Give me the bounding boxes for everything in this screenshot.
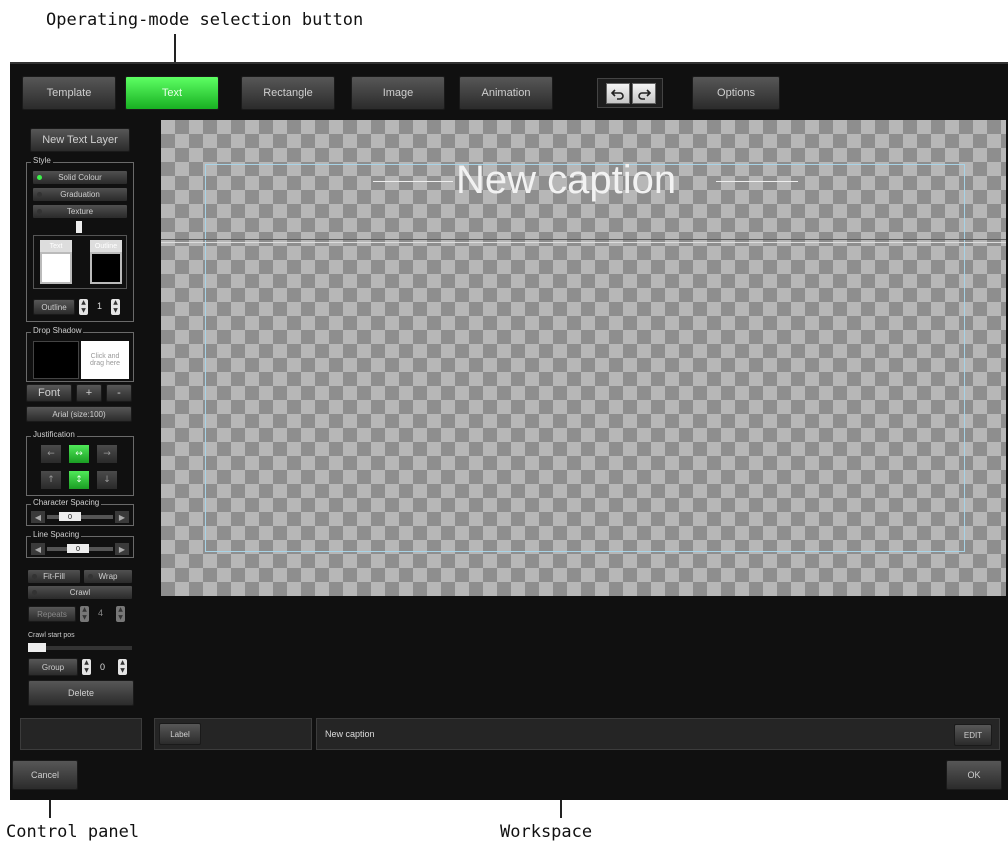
mode-image-button[interactable]: Image: [351, 76, 445, 110]
justify-center-button[interactable]: ↔: [69, 445, 89, 463]
new-text-layer-button[interactable]: New Text Layer: [30, 128, 130, 152]
drop-shadow-group: Drop Shadow Click and drag here: [26, 326, 134, 382]
caption-text-field[interactable]: New caption: [316, 718, 1000, 750]
label-field[interactable]: Label: [154, 718, 312, 750]
radio-off-icon: [32, 590, 37, 595]
justification-group: Justification ← ↔ → ↑ ↕ ↓: [26, 430, 134, 496]
char-spacing-decrease-icon[interactable]: ◀: [31, 511, 45, 523]
drop-shadow-drag-area[interactable]: Click and drag here: [81, 341, 129, 379]
crawl-toggle[interactable]: Crawl: [28, 586, 132, 599]
outline-colour-swatch[interactable]: [90, 252, 122, 284]
mode-rectangle-button[interactable]: Rectangle: [241, 76, 335, 110]
layer-name-field[interactable]: [20, 718, 142, 750]
group-stepper-left[interactable]: ▲ ▼: [82, 659, 91, 675]
line-spacing-label: Line Spacing: [31, 530, 82, 539]
style-graduation[interactable]: Graduation: [33, 188, 127, 201]
outline-tab[interactable]: Outline: [90, 240, 122, 252]
style-label: Style: [31, 156, 53, 165]
radio-off-icon: [37, 209, 42, 214]
outline-stepper-right[interactable]: ▲ ▼: [111, 299, 120, 315]
repeats-value: 4: [98, 608, 104, 618]
fit-fill-toggle[interactable]: Fit-Fill: [28, 570, 80, 583]
style-solid-colour[interactable]: Solid Colour: [33, 171, 127, 184]
drop-shadow-label: Drop Shadow: [31, 326, 84, 335]
undo-icon[interactable]: [606, 83, 630, 104]
line-spacing-decrease-icon[interactable]: ◀: [31, 543, 45, 555]
cancel-button[interactable]: Cancel: [12, 760, 78, 790]
font-size-minus-button[interactable]: -: [106, 384, 132, 402]
font-size-plus-button[interactable]: +: [76, 384, 102, 402]
align-bottom-button[interactable]: ↓: [97, 471, 117, 489]
radio-on-icon: [37, 175, 42, 180]
horizontal-guide: [161, 239, 1006, 243]
crawl-start-label: Crawl start pos: [28, 632, 75, 639]
character-spacing-group: Character Spacing ◀ 0 ▶: [26, 498, 134, 526]
font-button[interactable]: Font: [26, 384, 72, 402]
group-stepper-right[interactable]: ▲ ▼: [118, 659, 127, 675]
align-top-button[interactable]: ↑: [41, 471, 61, 489]
style-texture[interactable]: Texture: [33, 205, 127, 218]
annotation-workspace: Workspace: [500, 822, 593, 842]
edit-button[interactable]: EDIT: [954, 724, 992, 746]
radio-off-icon: [88, 574, 93, 579]
undo-redo-group: [597, 78, 663, 108]
mode-template-button[interactable]: Template: [22, 76, 116, 110]
line-spacing-increase-icon[interactable]: ▶: [115, 543, 129, 555]
caption-editor-window: Template Text Rectangle Image Animation …: [10, 62, 1008, 800]
char-spacing-increase-icon[interactable]: ▶: [115, 511, 129, 523]
char-spacing-knob[interactable]: 0: [59, 512, 81, 521]
font-name-field[interactable]: Arial (size:100): [26, 406, 132, 422]
workspace-canvas[interactable]: New caption: [161, 120, 1006, 596]
repeats-stepper-left[interactable]: ▲ ▼: [80, 606, 89, 622]
line-spacing-group: Line Spacing ◀ 0 ▶: [26, 530, 134, 558]
fill-colour-swatch[interactable]: [40, 252, 72, 284]
annotation-control-panel: Control panel: [6, 822, 140, 842]
caption-underline-left: [373, 181, 453, 182]
crawl-start-knob[interactable]: [28, 643, 46, 652]
label-button[interactable]: Label: [159, 723, 201, 745]
align-middle-button[interactable]: ↕: [69, 471, 89, 489]
repeats-stepper-right[interactable]: ▲ ▼: [116, 606, 125, 622]
colour-swatches: Text Outline: [33, 235, 127, 289]
caption-text-layer[interactable]: New caption: [456, 158, 676, 203]
options-button[interactable]: Options: [692, 76, 780, 110]
outline-value: 1: [97, 301, 103, 311]
group-button[interactable]: Group: [28, 658, 78, 676]
style-group: Style Solid Colour Graduation Texture Te…: [26, 156, 134, 322]
caption-text-value: New caption: [325, 729, 375, 739]
redo-icon[interactable]: [632, 83, 656, 104]
colour-pointer: [76, 221, 82, 233]
justify-left-button[interactable]: ←: [41, 445, 61, 463]
line-spacing-knob[interactable]: 0: [67, 544, 89, 553]
justify-right-button[interactable]: →: [97, 445, 117, 463]
outline-button[interactable]: Outline: [33, 299, 75, 315]
justification-label: Justification: [31, 430, 77, 439]
delete-button[interactable]: Delete: [28, 680, 134, 706]
caption-underline-right: [716, 181, 798, 182]
wrap-toggle[interactable]: Wrap: [84, 570, 132, 583]
ok-button[interactable]: OK: [946, 760, 1002, 790]
radio-off-icon: [32, 574, 37, 579]
repeats-label: Repeats: [28, 606, 76, 622]
drop-shadow-preview[interactable]: [33, 341, 79, 379]
title-safe-area: [205, 164, 965, 552]
outline-stepper-left[interactable]: ▲ ▼: [79, 299, 88, 315]
radio-off-icon: [37, 192, 42, 197]
annotation-mode-button: Operating-mode selection button: [46, 10, 364, 30]
fill-tab[interactable]: Text: [40, 240, 72, 252]
character-spacing-label: Character Spacing: [31, 498, 102, 507]
group-value: 0: [100, 662, 106, 672]
mode-animation-button[interactable]: Animation: [459, 76, 553, 110]
mode-text-button[interactable]: Text: [125, 76, 219, 110]
